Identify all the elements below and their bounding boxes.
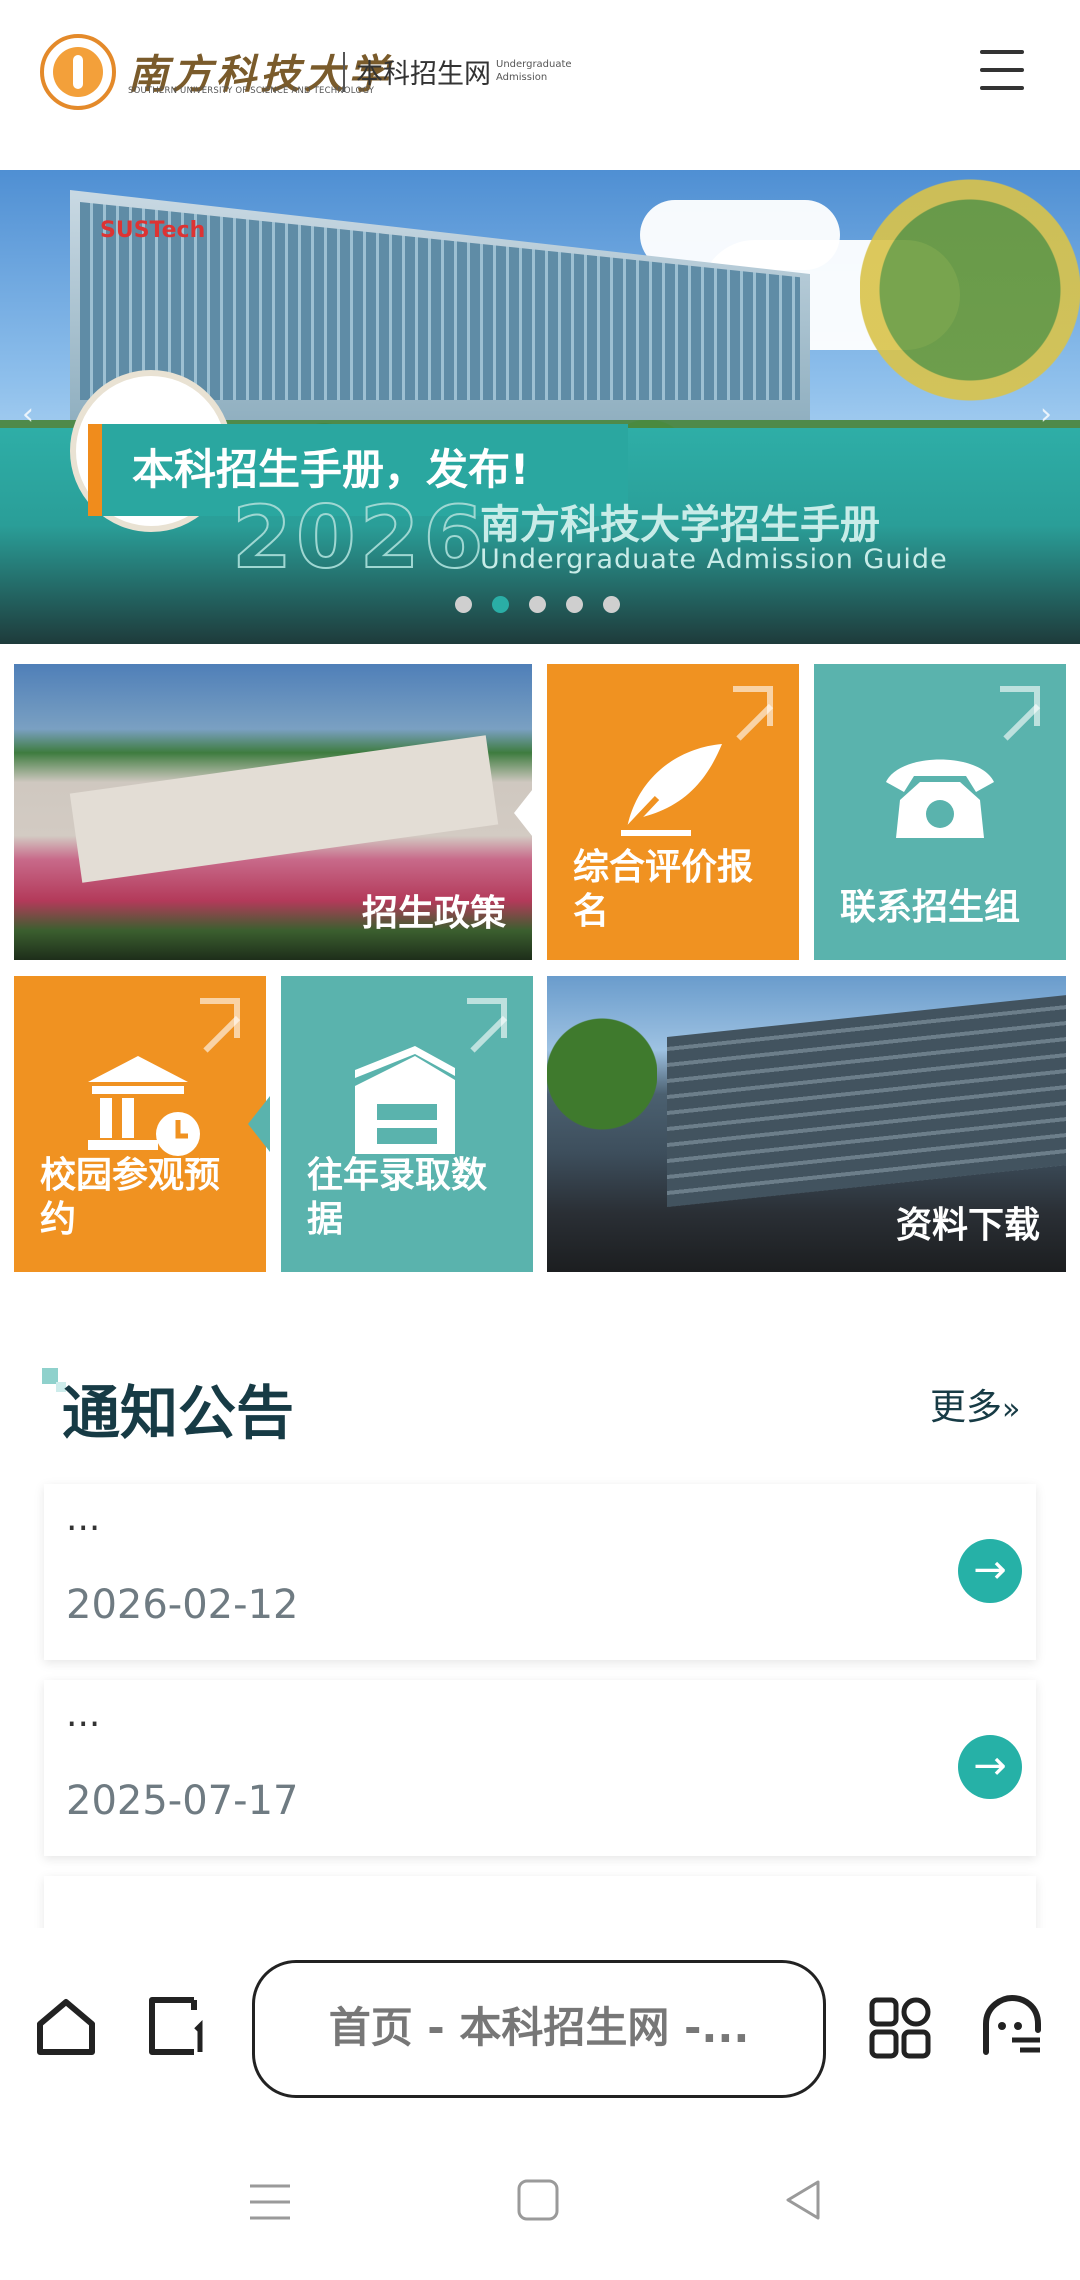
tile-label: 综合评价报名 [573, 847, 754, 932]
notice-item[interactable] [44, 1876, 1036, 1936]
tile-admission-policy[interactable]: 招生政策 [14, 664, 532, 960]
arrow-up-right-icon [1000, 686, 1040, 726]
back-nav-icon[interactable] [782, 2178, 826, 2222]
logo-divider [343, 52, 345, 92]
system-navigation-bar [0, 2108, 1080, 2280]
profile-icon[interactable] [980, 1994, 1044, 2058]
carousel-dot[interactable] [455, 596, 472, 613]
tile-label: 招生政策 [361, 893, 506, 934]
recent-apps-icon[interactable] [248, 2180, 292, 2224]
double-chevron-right-icon: » [1002, 1392, 1021, 1427]
banner-next-arrow-icon[interactable]: › [1030, 385, 1062, 445]
notices-heading: 通知公告 [62, 1379, 295, 1447]
building-sign: SUSTech [100, 218, 206, 243]
tile-label: 资料下载 [895, 1205, 1040, 1246]
arrow-up-right-icon [467, 998, 507, 1038]
tile-label: 联系招生组 [840, 887, 1021, 928]
carousel-dot[interactable] [603, 596, 620, 613]
campus-name-stone [69, 735, 499, 883]
tile-label: 往年录取数据 [307, 1155, 488, 1240]
arrow-up-right-icon [200, 998, 240, 1038]
building-clock-icon [88, 1056, 200, 1156]
home-nav-icon[interactable] [516, 2178, 560, 2222]
more-link-label: 更多 [930, 1387, 1003, 1428]
carousel-dot[interactable] [566, 596, 583, 613]
apps-icon[interactable] [868, 1996, 932, 2060]
hero-banner-carousel[interactable]: SUSTech 本科招生手册，发布! 2026 南方科技大学招生手册 Under… [0, 170, 1080, 644]
tile-contact-admissions[interactable]: 联系招生组 [814, 664, 1066, 960]
address-bar[interactable]: 首页 - 本科招生网 -... [252, 1960, 826, 2098]
site-name-english: Undergraduate Admission [496, 59, 572, 83]
guide-title-en: Undergraduate Admission Guide [480, 544, 948, 575]
logo-english-name: SOUTHERN UNIVERSITY OF SCIENCE AND TECHN… [128, 86, 375, 96]
guide-year: 2026 [231, 487, 488, 589]
notice-date: 2026-02-12 [66, 1582, 299, 1628]
browser-toolbar: 首页 - 本科招生网 -... [0, 1928, 1080, 2108]
tile-comprehensive-evaluation[interactable]: 综合评价报名 [547, 664, 799, 960]
telephone-icon [886, 759, 994, 838]
hamburger-menu-icon[interactable] [980, 50, 1028, 92]
tab-icon[interactable] [144, 1994, 208, 2058]
notice-text: ... [66, 1498, 101, 1539]
home-icon[interactable] [34, 1994, 98, 2058]
arrow-up-right-icon [733, 686, 773, 726]
notice-text: ... [66, 1694, 101, 1735]
banner-prev-arrow-icon[interactable]: ‹ [12, 385, 44, 445]
arrow-right-circle-icon[interactable]: → [958, 1539, 1022, 1603]
guide-title-cn: 南方科技大学招生手册 [480, 502, 880, 548]
tile-download-materials[interactable]: 资料下载 [547, 976, 1066, 1272]
site-name[interactable]: 本科招生网 [356, 52, 491, 91]
more-link[interactable]: 更多» [930, 1378, 1020, 1430]
feather-quill-icon [620, 744, 722, 837]
university-seal-logo[interactable] [40, 34, 116, 110]
tile-past-admission-data[interactable]: 往年录取数据 [281, 976, 533, 1272]
tile-campus-visit[interactable]: 校园参观预约 [14, 976, 266, 1272]
tile-label: 校园参观预约 [40, 1155, 221, 1240]
site-header: 南方科技大学 SOUTHERN UNIVERSITY OF SCIENCE AN… [0, 0, 1080, 170]
notice-date: 2025-07-17 [66, 1778, 299, 1824]
notice-item[interactable]: ... 2026-02-12 → [44, 1484, 1036, 1660]
carousel-dot-active[interactable] [492, 596, 509, 613]
notice-item[interactable]: ... 2025-07-17 → [44, 1680, 1036, 1856]
carousel-dot[interactable] [529, 596, 546, 613]
carousel-indicators [455, 596, 620, 616]
data-building-icon [355, 1046, 455, 1154]
arrow-right-circle-icon[interactable]: → [958, 1735, 1022, 1799]
